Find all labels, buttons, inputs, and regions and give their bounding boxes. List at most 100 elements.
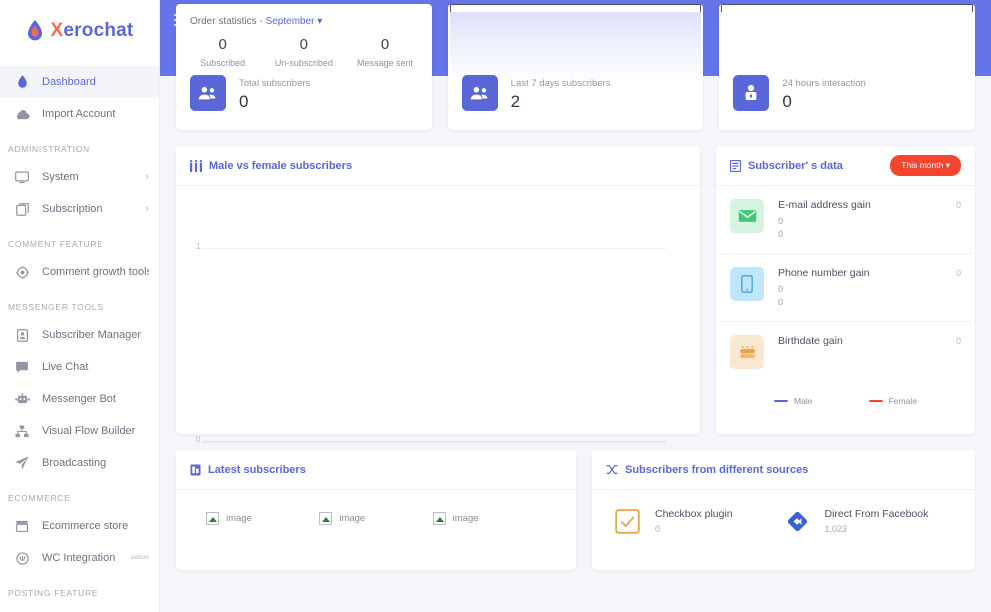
sidebar-item-wc-integration[interactable]: WC Integration Addon	[0, 542, 159, 574]
store-icon	[14, 518, 30, 534]
metric-value: 0	[218, 36, 227, 53]
stat-value: 0	[782, 92, 792, 111]
sidebar-item-badge: Addon	[130, 555, 149, 561]
total-subscribers-block: Total subscribers 0	[176, 61, 432, 124]
sidebar-item-label: Live Chat	[42, 361, 89, 373]
panel-title-text: Latest subscribers	[208, 463, 306, 476]
mid-row: Male vs female subscribers 1 0 Subscribe…	[176, 146, 975, 444]
order-statistics-month-label: September	[265, 16, 315, 27]
24-hours-interaction-card: 24 hours interaction 0	[719, 4, 976, 130]
sidebar-item-subscriber-manager[interactable]: Subscriber Manager	[0, 319, 159, 351]
mobile-phone-icon	[730, 267, 764, 301]
panel-title-text: Male vs female subscribers	[209, 159, 353, 172]
brand-name-rest: erochat	[63, 20, 134, 41]
subscriber-row-count: 0	[955, 336, 961, 346]
checkbox-icon	[614, 508, 641, 535]
subscriber-row-name: Birthdate gain	[778, 335, 843, 347]
panel-header: Male vs female subscribers	[176, 146, 700, 186]
bottom-row: Latest subscribers image image image Sub…	[176, 450, 975, 570]
people-group-icon	[190, 74, 226, 111]
legend-label: Female	[888, 396, 917, 406]
panel-title: Subscriber' s data	[730, 159, 843, 172]
list-item[interactable]: image	[432, 512, 546, 525]
chevron-down-icon: ▾	[945, 160, 950, 170]
sidebar-item-visual-flow-builder[interactable]: Visual Flow Builder	[0, 415, 159, 447]
list-item[interactable]: image	[206, 512, 319, 525]
flow-nodes-icon	[14, 423, 30, 439]
brand-logo[interactable]: Xerochat	[0, 0, 159, 62]
gender-bars-icon	[190, 159, 202, 172]
last-7-days-text: Last 7 days subscribers 2	[511, 73, 611, 112]
sidebar-item-messenger-bot[interactable]: Messenger Bot	[0, 383, 159, 415]
legend-item-male[interactable]: Male	[774, 396, 812, 406]
source-item-body: Direct From Facebook 1,023	[825, 508, 929, 534]
source-item-body: Checkbox plugin 0	[655, 508, 733, 534]
subscriber-row-phone: Phone number gain 0 0 0	[716, 254, 975, 322]
sidebar-item-import-account[interactable]: Import Account	[0, 98, 159, 130]
sidebar-item-comment-growth-tools[interactable]: Comment growth tools	[0, 256, 159, 288]
flame-drop-icon	[14, 74, 30, 90]
sidebar-item-ecommerce-store[interactable]: Ecommerce store	[0, 510, 159, 542]
chart-strip	[721, 4, 974, 12]
24-hours-block: 24 hours interaction 0	[719, 61, 975, 124]
sidebar-item-social-posting[interactable]: Social Posting	[0, 605, 159, 612]
chart-strip	[449, 4, 702, 12]
subscriber-data-panel: Subscriber' s data This month ▾ E-mail a…	[716, 146, 975, 434]
main-area: Xerone IT ▾ Order statistics - September…	[160, 0, 991, 612]
subscriber-row-body: Phone number gain 0 0	[778, 267, 961, 308]
chevron-right-icon: ›	[145, 202, 149, 215]
order-statistics-month-select[interactable]: September ▾	[266, 16, 323, 27]
sidebar-item-dashboard[interactable]: Dashboard	[0, 66, 159, 98]
total-subscribers-text: Total subscribers 0	[239, 73, 310, 112]
app-root: Xerochat Dashboard Import Account ADMINI…	[0, 0, 991, 612]
order-statistics-title: Order statistics -	[190, 16, 266, 27]
subscriber-row-count: 0	[955, 268, 961, 278]
brand-name-x: X	[50, 20, 64, 41]
order-statistics-header: Order statistics - September ▾	[176, 4, 432, 27]
sidebar-section-comment-feature: COMMENT FEATURE	[8, 239, 104, 249]
sidebar-item-subscription[interactable]: Subscription ›	[0, 193, 159, 225]
subscriber-row-birthdate: Birthdate gain 0	[716, 322, 975, 382]
subscriber-row-name: Phone number gain	[778, 267, 870, 279]
sidebar-section-messenger-tools: MESSENGER TOOLS	[8, 302, 104, 312]
source-item-checkbox-plugin[interactable]: Checkbox plugin 0	[614, 508, 784, 535]
sidebar-nav: Dashboard Import Account ADMINISTRATION …	[0, 62, 159, 612]
sidebar-item-label: Broadcasting	[42, 457, 107, 469]
subscriber-row-count: 0	[955, 200, 961, 210]
sidebar-item-system[interactable]: System ›	[0, 161, 159, 193]
paper-plane-icon	[14, 455, 30, 471]
broken-image-icon	[432, 512, 446, 525]
subscriber-row-body: Birthdate gain	[778, 335, 961, 351]
sidebar-section-ecommerce: ECOMMERCE	[8, 493, 71, 503]
male-vs-female-panel: Male vs female subscribers 1 0	[176, 146, 700, 444]
stat-label: 24 hours interaction	[782, 78, 866, 89]
stat-label: Last 7 days subscribers	[510, 78, 611, 89]
legend-label: Male	[794, 396, 813, 406]
list-card-icon	[730, 159, 741, 172]
sidebar-item-label: Import Account	[42, 108, 116, 120]
source-item-value: 0	[655, 524, 661, 534]
chart-gridline-top	[202, 248, 666, 249]
chevron-down-icon: ▾	[317, 16, 323, 27]
sidebar-section-administration: ADMINISTRATION	[8, 144, 90, 154]
filter-label: This month	[901, 160, 944, 170]
sidebar-item-broadcasting[interactable]: Broadcasting	[0, 447, 159, 479]
sidebar-item-live-chat[interactable]: Live Chat	[0, 351, 159, 383]
content-inner: Order statistics - September ▾ 0 Subscri…	[160, 4, 991, 570]
list-item[interactable]: image	[319, 512, 432, 525]
legend-item-female[interactable]: Female	[868, 396, 917, 406]
list-item-label: image	[226, 513, 252, 524]
broken-image-icon	[319, 512, 333, 525]
chart-axis-baseline	[202, 441, 666, 443]
panel-title: Male vs female subscribers	[190, 159, 353, 172]
brand-name: Xerochat	[51, 20, 134, 42]
robot-icon	[14, 391, 30, 407]
card-stack-icon	[14, 201, 30, 217]
people-group-icon	[461, 74, 498, 111]
subscriber-row-sub1: 0	[778, 216, 784, 226]
source-item-direct-from-facebook[interactable]: Direct From Facebook 1,023	[784, 508, 954, 535]
this-month-filter-button[interactable]: This month ▾	[890, 155, 961, 176]
chat-bubble-icon	[14, 359, 30, 375]
gender-chart[interactable]: 1 0	[176, 186, 700, 444]
sidebar-section-posting-feature: POSTING FEATURE	[8, 588, 99, 598]
